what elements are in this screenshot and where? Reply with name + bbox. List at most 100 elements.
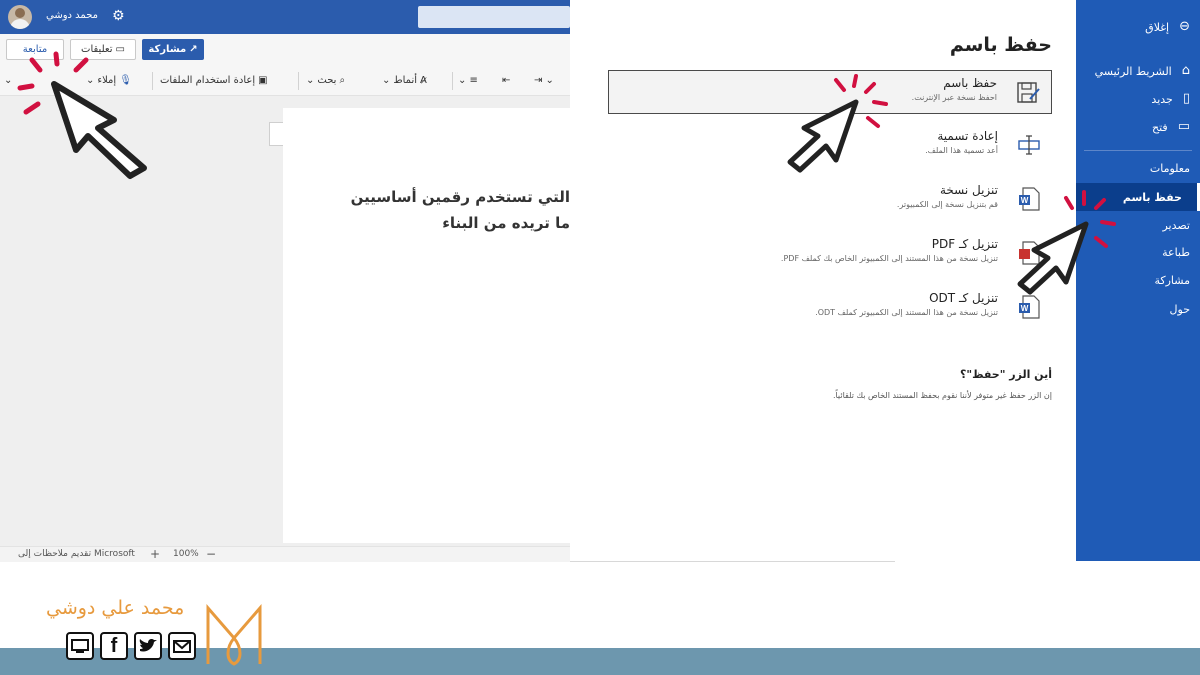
option-description: تنزيل نسخة من هذا المستند إلى الكمبيوتر … [780,254,998,263]
nav-share-label: مشاركة [1154,274,1190,287]
share-icon: ↗ [189,44,198,55]
panel-title: حفظ باسم [949,34,1052,56]
nav-save-as[interactable]: حفظ باسم [1076,183,1200,211]
user-avatar[interactable] [8,5,32,29]
folder-icon: ▭ [1177,119,1190,134]
odt-download-icon: W [1019,295,1040,319]
styles-button[interactable]: ⌄ أنماط A̷ [382,72,427,88]
pdf-download-icon [1019,241,1040,265]
nav-home[interactable]: ⌂ الشريط الرئيسي [1095,64,1190,78]
align-button[interactable]: ⌄ ≡ [458,72,478,88]
option-description: احفظ نسخة عبر الإنترنت. [911,93,997,102]
comment-icon: ▭ [115,44,125,55]
save-button-question: أين الزر "حفظ"؟ [959,368,1052,381]
nav-close-label: إغلاق [1145,20,1170,34]
follow-label: متابعة [22,44,48,55]
divider [570,561,895,562]
word-title-bar: محمد دوشي ⚙ [0,0,570,34]
margin-marker [269,122,283,146]
nav-divider [1084,150,1192,151]
option-title: تنزيل نسخة [939,183,998,197]
file-menu-nav: ⊖ إغلاق ⌂ الشريط الرئيسي ▯ جديد ▭ فتح مع… [1076,0,1200,561]
option-title: تنزيل كـ ODT [929,291,998,305]
download-odt-option[interactable]: W تنزيل كـ ODT تنزيل نسخة من هذا المستند… [608,286,1052,330]
download-pdf-option[interactable]: تنزيل كـ PDF تنزيل نسخة من هذا المستند إ… [608,232,1052,276]
find-button[interactable]: ⌄ بحث ⌕ [306,72,345,88]
rename-option[interactable]: إعادة تسمية أعد تسمية هذا الملف. [608,124,1052,168]
styles-icon: A̷ [420,74,427,86]
gear-icon[interactable]: ⚙ [112,8,125,24]
nav-open[interactable]: ▭ فتح [1152,120,1190,134]
nav-export[interactable]: تصدير [1162,219,1190,232]
option-description: تنزيل نسخة من هذا المستند إلى الكمبيوتر … [815,308,998,317]
feedback-link[interactable]: تقديم ملاحظات إلى Microsoft [18,549,135,559]
nav-share[interactable]: مشاركة [1154,274,1190,287]
share-label: مشاركة [148,44,187,55]
document-text-line[interactable]: التي تستخدم رقمين أساسيين [351,188,570,206]
nav-save-as-label: حفظ باسم [1122,190,1182,204]
reuse-files-label: إعادة استخدام الملفات [160,74,256,86]
collapse-ribbon-icon[interactable]: ⌄ [4,72,12,88]
nav-about[interactable]: حول [1170,303,1190,316]
twitter-icon[interactable] [134,632,162,660]
search-icon: ⌕ [339,74,346,86]
save-as-option[interactable]: حفظ باسم احفظ نسخة عبر الإنترنت. [608,70,1052,114]
email-icon[interactable] [168,632,196,660]
save-as-panel: حفظ باسم حفظ باسم احفظ نسخة عبر الإنترنت… [570,0,1076,561]
follow-button[interactable]: متابعة [6,39,64,60]
facebook-icon[interactable]: f [100,632,128,660]
ribbon-divider [452,72,453,90]
document-text-line[interactable]: ما تريده من البناء [442,214,570,232]
comments-button[interactable]: تعليقات ▭ [70,39,136,60]
styles-label: أنماط [393,74,418,86]
ribbon-divider [152,72,153,90]
autosave-note: إن الزر حفظ غير متوفر لأننا نقوم بحفظ ال… [832,391,1052,400]
zoom-out-icon[interactable]: − [206,547,216,561]
nav-new[interactable]: ▯ جديد [1151,92,1190,106]
screenshot-stage: محمد دوشي ⚙ متابعة تعليقات ▭ مشاركة ↗ ⌄ … [0,0,1200,675]
new-document-icon: ▯ [1182,91,1190,106]
dictate-button[interactable]: ⌄ إملاء 🎙 [86,72,132,88]
search-box[interactable] [418,6,570,28]
website-icon[interactable] [66,632,94,660]
ribbon: متابعة تعليقات ▭ مشاركة ↗ ⌄ ⌄ إملاء 🎙 إع… [0,34,570,96]
nav-home-label: الشريط الرئيسي [1094,64,1172,78]
reuse-files-button[interactable]: إعادة استخدام الملفات ▣ [160,72,268,88]
option-title: إعادة تسمية [937,129,998,143]
svg-text:W: W [1021,304,1029,313]
nav-info-label: معلومات [1149,162,1190,175]
user-name: محمد دوشي [46,10,99,21]
find-label: بحث [317,74,337,86]
nav-print[interactable]: طباعة [1162,246,1190,259]
word-download-icon: W [1019,187,1040,211]
comments-label: تعليقات [81,44,113,55]
nav-export-label: تصدير [1162,219,1190,232]
option-description: قم بتنزيل نسخة إلى الكمبيوتر. [896,200,998,209]
author-logo-icon [206,604,262,666]
download-copy-option[interactable]: W تنزيل نسخة قم بتنزيل نسخة إلى الكمبيوت… [608,178,1052,222]
zoom-level[interactable]: 100% [173,549,199,559]
chevron-down-icon: ⌄ [86,74,95,86]
dictate-label: إملاء [97,74,117,86]
nav-about-label: حول [1169,303,1190,316]
indent-icon[interactable]: ⇤ [502,72,510,88]
svg-text:W: W [1021,196,1029,205]
option-title: حفظ باسم [943,76,997,90]
author-name: محمد علي دوشي [46,597,185,619]
nav-open-label: فتح [1152,120,1168,134]
status-bar: تقديم ملاحظات إلى Microsoft + 100% − [0,546,570,562]
document-page[interactable]: التي تستخدم رقمين أساسيين ما تريده من ال… [283,108,570,543]
chevron-down-icon: ⌄ [306,74,315,86]
option-title: تنزيل كـ PDF [931,237,998,251]
share-button[interactable]: مشاركة ↗ [142,39,204,60]
home-icon: ⌂ [1181,63,1190,78]
save-as-icon [1017,82,1040,103]
chevron-down-icon: ⌄ [382,74,391,86]
nav-close[interactable]: ⊖ إغلاق [1145,20,1190,34]
ribbon-divider [298,72,299,90]
zoom-in-icon[interactable]: + [150,547,160,561]
nav-info[interactable]: معلومات [1150,162,1190,175]
option-description: أعد تسمية هذا الملف. [925,146,998,155]
outdent-icon[interactable]: ⇥ ⌄ [534,72,554,88]
microphone-icon: 🎙 [119,74,132,86]
